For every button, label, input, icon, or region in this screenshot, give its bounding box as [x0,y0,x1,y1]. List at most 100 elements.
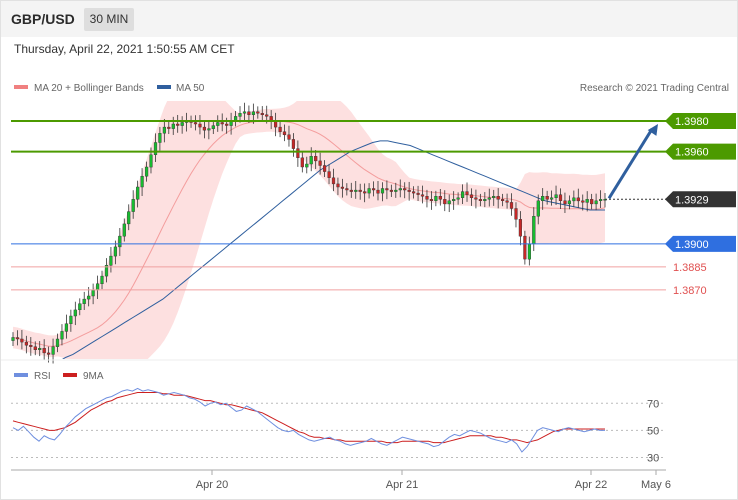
projection-arrow [607,124,658,200]
candle-body [20,338,24,343]
candle-body [140,175,144,188]
legend-label-9ma: 9MA [83,371,104,382]
candle-body [345,188,349,191]
level-last-price: 1.3929 [605,191,736,208]
candle-body [242,111,247,114]
candle-body [558,194,563,201]
candle-body [483,199,487,202]
candle-body [585,199,589,203]
x-tick-label: Apr 20 [196,479,228,491]
candle-body [532,215,536,244]
candle-body [323,165,327,172]
candle-body [100,275,104,285]
candle-body [545,195,549,200]
candle-body [113,246,117,257]
candle-body [51,346,55,355]
candle-body [87,295,91,300]
legend-swatch-ma20 [14,85,28,89]
candle-body [461,191,465,198]
candle-body [514,208,518,220]
candle-body [420,194,425,197]
candle-body [434,195,438,201]
legend-swatch-ma50 [157,85,171,89]
candle-body [171,123,175,129]
chart-canvas: MA 20 + Bollinger Bands MA 50 Research ©… [1,83,737,491]
candle-body [349,189,353,192]
rsi-lines [12,387,605,453]
candle-body [496,195,500,200]
candle-body [523,235,527,260]
candle-body [287,134,291,140]
level-label: 1.3885 [673,262,707,274]
candle-body [599,199,603,202]
candle-body [443,199,447,205]
candle-body [407,189,411,192]
candle-body [131,199,135,212]
legend-label-rsi: RSI [34,371,51,382]
rsi-tick-label: 70 [647,398,659,410]
chart-widget: GBP/USD 30 MIN Thursday, April 22, 2021 … [0,0,738,500]
candle-body [554,194,558,198]
candle-body [180,122,184,126]
candle-body [144,166,149,177]
candle-body [42,348,46,354]
candle-body [64,323,68,332]
candle-body [394,189,398,192]
candle-body [501,199,505,202]
legend-label-ma20: MA 20 + Bollinger Bands [34,83,144,94]
candle-body [38,348,42,350]
candle-body [153,142,158,156]
candle-body [309,156,313,165]
rsi-line [12,387,605,453]
candle-body [550,197,554,200]
rsi-grid: 70 50 30 [11,398,666,464]
rsi-tick-label: 50 [647,425,659,437]
candle-body [563,200,567,205]
candle-body [202,126,206,131]
x-axis: Apr 20 Apr 21 Apr 22 May 6 [11,469,671,491]
candle-body [260,113,264,116]
candle-body [265,114,269,117]
candle-body [478,199,482,202]
candle-body [385,188,389,191]
legend-label-ma50: MA 50 [176,83,205,94]
candle-body [225,123,229,126]
candle-body [247,111,251,115]
x-tick-label: Apr 21 [386,479,418,491]
candle-body [487,197,491,200]
candle-body [149,154,153,168]
candle-body [251,111,255,115]
candle-body [429,199,433,202]
candle-body [158,133,162,143]
candle-body [11,337,15,341]
candle-body [505,200,509,203]
candle-body [416,192,420,195]
candle-body [576,197,580,202]
candle-body [305,163,309,168]
candle-body [363,191,367,194]
rsi-tick-label: 30 [647,452,659,464]
candle-body [594,200,598,205]
candle-body [278,126,282,132]
price-legend: MA 20 + Bollinger Bands MA 50 Research ©… [14,83,729,94]
candle-body [220,122,224,125]
candle-body [60,331,64,340]
candle-body [376,189,380,194]
candle-body [380,188,385,194]
level-label: 1.3900 [675,239,709,251]
candle-body [207,128,211,131]
candle-body [29,345,33,347]
legend-swatch-9ma [63,373,77,377]
candle-body [581,200,585,203]
candle-body [282,131,287,135]
rsi-legend: RSI 9MA [14,371,104,382]
candle-body [456,197,460,200]
x-tick-label: May 6 [641,479,671,491]
candle-body [24,341,28,346]
candle-body [541,195,545,201]
x-tick-label: Apr 22 [575,479,607,491]
candle-body [314,156,318,162]
candle-body [291,139,295,149]
level-label: 1.3960 [675,147,709,159]
candle-body [340,186,344,189]
